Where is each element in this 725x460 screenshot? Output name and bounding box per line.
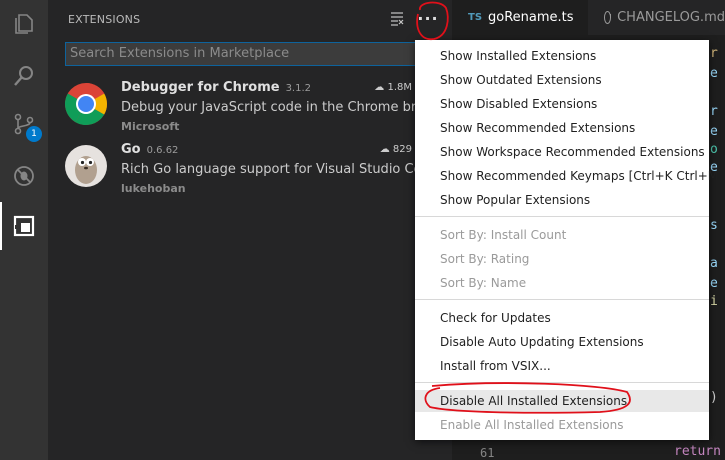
debug-icon[interactable] — [0, 152, 48, 200]
cloud-download-icon: ☁ — [374, 82, 385, 93]
code-return-keyword: return — [674, 444, 721, 459]
search-icon[interactable] — [0, 52, 48, 100]
menu-item-sort-name: Sort By: Name — [440, 276, 527, 290]
tab-label: CHANGELOG.md — [617, 10, 725, 25]
extensions-search-input[interactable] — [70, 43, 443, 65]
menu-item-enable-all-installed: Enable All Installed Extensions — [440, 418, 624, 432]
code-fragment: a — [710, 256, 718, 271]
cloud-download-icon: ☁ — [379, 144, 390, 155]
menu-separator — [415, 382, 709, 383]
extension-name: Debugger for Chrome — [121, 80, 280, 95]
clock-icon — [604, 11, 612, 24]
source-control-badge: 1 — [26, 126, 42, 142]
menu-item-show-recommended-keymaps[interactable]: Show Recommended Keymaps [Ctrl+K Ctrl+M] — [440, 169, 723, 183]
activity-bar: 1 — [0, 0, 48, 460]
code-fragment: r — [710, 46, 718, 61]
menu-item-show-popular[interactable]: Show Popular Extensions — [440, 193, 590, 207]
menu-item-show-outdated[interactable]: Show Outdated Extensions — [440, 73, 602, 87]
extensions-search-input-wrap[interactable] — [65, 42, 448, 66]
extension-description: Rich Go language support for Visual Stud… — [121, 162, 438, 177]
extensions-sidebar: EXTENSIONS ··· Debugger for Chrome 3.1.2 … — [48, 0, 452, 460]
chrome-icon — [64, 82, 108, 126]
code-fragment: i — [710, 294, 718, 309]
tab-bar: TS goRename.ts CHANGELOG.md — [452, 0, 725, 35]
extension-version: 0.6.62 — [146, 145, 179, 156]
extension-name: Go — [121, 142, 141, 157]
extension-description: Debug your JavaScript code in the Chrome… — [121, 100, 452, 115]
menu-item-sort-rating: Sort By: Rating — [440, 252, 530, 266]
code-fragment: e — [710, 66, 718, 81]
code-fragment: o — [710, 142, 718, 157]
menu-item-install-vsix[interactable]: Install from VSIX... — [440, 359, 551, 373]
download-count-value: 829 — [392, 144, 412, 155]
menu-item-sort-install-count: Sort By: Install Count — [440, 228, 567, 242]
active-indicator — [0, 202, 2, 250]
extension-publisher: lukehoban — [121, 182, 186, 195]
extensions-more-actions-menu: Show Installed Extensions Show Outdated … — [415, 40, 723, 440]
menu-item-show-installed[interactable]: Show Installed Extensions — [440, 49, 596, 63]
line-number: 61 — [480, 446, 495, 460]
download-count-value: 1.8M — [387, 82, 412, 93]
gopher-icon — [64, 144, 108, 188]
tab-changelog[interactable]: CHANGELOG.md — [590, 0, 725, 35]
menu-item-show-disabled[interactable]: Show Disabled Extensions — [440, 97, 597, 111]
code-fragment: ) — [710, 390, 718, 405]
extension-publisher: Microsoft — [121, 120, 180, 133]
extension-version: 3.1.2 — [285, 83, 312, 94]
code-fragment: e — [710, 276, 718, 291]
tab-gorename[interactable]: TS goRename.ts — [452, 0, 588, 35]
explorer-icon[interactable] — [0, 0, 48, 48]
code-fragment: s — [710, 218, 718, 233]
menu-item-show-workspace-recommended[interactable]: Show Workspace Recommended Extensions — [440, 145, 705, 159]
code-fragment: e — [710, 124, 718, 139]
menu-item-show-recommended[interactable]: Show Recommended Extensions — [440, 121, 635, 135]
download-count: ☁ 1.8M — [374, 82, 412, 93]
menu-item-disable-auto-update[interactable]: Disable Auto Updating Extensions — [440, 335, 644, 349]
menu-separator — [415, 299, 709, 300]
tab-label: goRename.ts — [488, 10, 574, 25]
clear-extensions-icon[interactable] — [390, 10, 404, 30]
extension-item[interactable]: Debugger for Chrome 3.1.2 ☁ 1.8M Debug yo… — [48, 78, 452, 140]
sidebar-title: EXTENSIONS — [68, 13, 141, 26]
extension-item[interactable]: Go 0.6.62 ☁ 829 Rich Go language support … — [48, 140, 452, 202]
more-actions-button[interactable]: ··· — [416, 6, 440, 30]
extensions-icon[interactable] — [0, 202, 48, 250]
typescript-icon: TS — [468, 12, 483, 23]
download-count: ☁ 829 — [380, 144, 412, 155]
ellipsis-icon: ··· — [417, 8, 439, 28]
source-control-icon[interactable] — [0, 100, 48, 148]
menu-item-check-updates[interactable]: Check for Updates — [440, 311, 551, 325]
code-fragment: r — [710, 104, 718, 119]
menu-item-disable-all-installed[interactable]: Disable All Installed Extensions — [440, 394, 627, 408]
menu-separator — [415, 216, 709, 217]
